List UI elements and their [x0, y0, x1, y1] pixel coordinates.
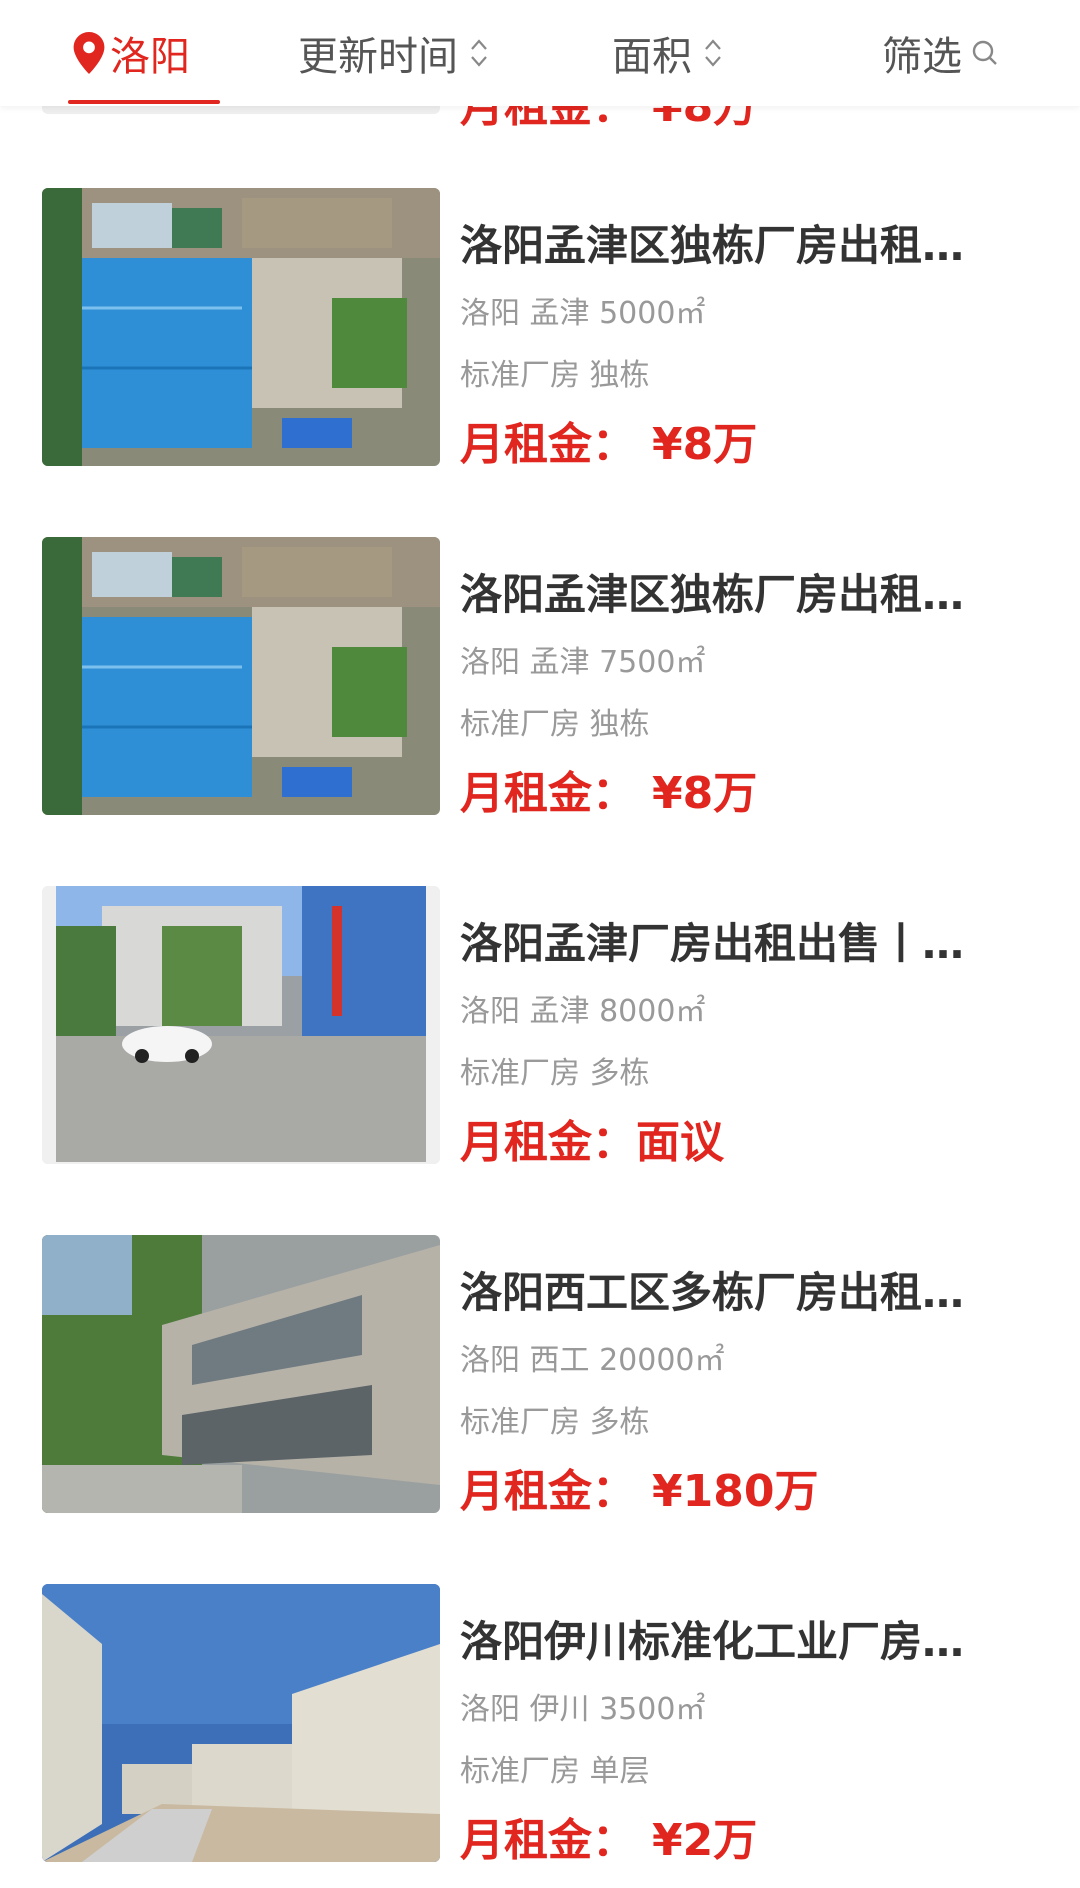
location-pin-icon [73, 32, 105, 74]
aerial-factory-photo [42, 537, 440, 815]
listing-thumbnail[interactable] [42, 188, 440, 466]
listing-title[interactable]: 洛阳孟津厂房出租出售丨… [460, 910, 1000, 971]
listing-card[interactable]: 洛阳伊川标准化工业厂房… 洛阳 伊川 3500㎡ 标准厂房 单层 月租金： ¥2万 [0, 1584, 1080, 1874]
listing-price: 月租金：面议 [460, 1106, 724, 1170]
price-label: 月租金： [460, 1117, 636, 1168]
listing-thumbnail[interactable] [42, 537, 440, 815]
price-value: 面议 [636, 1117, 724, 1168]
listing-thumbnail[interactable] [42, 1584, 440, 1862]
listing-card[interactable]: 洛阳孟津区独栋厂房出租… 洛阳 孟津 7500㎡ 标准厂房 独栋 月租金： ¥8万 [0, 537, 1080, 827]
tab-filter[interactable]: 筛选 [882, 0, 1000, 106]
listing-title[interactable]: 洛阳孟津区独栋厂房出租… [460, 561, 1000, 622]
factory-yard-car-photo [42, 886, 440, 1164]
filter-tab-bar: 洛阳 更新时间 面积 筛选 [0, 0, 1080, 106]
tab-area[interactable]: 面积 [612, 0, 724, 106]
listing-card[interactable]: 洛阳孟津区独栋厂房出租… 洛阳 孟津 5000㎡ 标准厂房 独栋 月租金： ¥8万 [0, 188, 1080, 478]
listing-title[interactable]: 洛阳伊川标准化工业厂房… [460, 1608, 1000, 1669]
listing-type: 标准厂房 多栋 [460, 1405, 650, 1440]
listing-card[interactable]: 洛阳西工区多栋厂房出租… 洛阳 西工 20000㎡ 标准厂房 多栋 月租金： ¥1… [0, 1235, 1080, 1525]
listing-type: 标准厂房 单层 [460, 1754, 650, 1789]
tab-update-time[interactable]: 更新时间 [298, 0, 490, 106]
listing-location-area: 洛阳 孟津 8000㎡ [460, 994, 706, 1029]
listing-title[interactable]: 洛阳西工区多栋厂房出租… [460, 1259, 1000, 1320]
listing-card[interactable]: 洛阳孟津厂房出租出售丨… 洛阳 孟津 8000㎡ 标准厂房 多栋 月租金：面议 [0, 886, 1080, 1176]
listing-price: 月租金： ¥8万 [460, 757, 757, 821]
listing-location-area: 洛阳 孟津 5000㎡ [460, 296, 706, 331]
listing-location-area: 洛阳 西工 20000㎡ [460, 1343, 725, 1378]
tab-area-label: 面积 [612, 34, 692, 80]
sort-updown-icon [705, 39, 721, 67]
listing-type: 标准厂房 独栋 [460, 707, 650, 742]
tab-city[interactable]: 洛阳 [72, 0, 190, 106]
price-label: 月租金： [460, 1466, 636, 1517]
aerial-factory-photo [42, 188, 440, 466]
price-value: ¥180万 [652, 1466, 819, 1517]
industrial-park-photo [42, 1584, 440, 1862]
listing-page: 月租金： ¥8万 洛阳 更新时间 面积 筛选 洛阳孟津区独栋厂房出租… 洛阳 孟… [0, 0, 1080, 1888]
listing-location-area: 洛阳 孟津 7500㎡ [460, 645, 706, 680]
tab-update-time-label: 更新时间 [298, 34, 458, 80]
price-value: ¥2万 [652, 1815, 758, 1866]
listing-title[interactable]: 洛阳孟津区独栋厂房出租… [460, 212, 1000, 273]
listing-location-area: 洛阳 伊川 3500㎡ [460, 1692, 706, 1727]
listing-price: 月租金： ¥2万 [460, 1804, 757, 1868]
listing-price: 月租金： ¥8万 [460, 408, 757, 472]
tab-city-label: 洛阳 [110, 34, 190, 80]
price-label: 月租金： [460, 1815, 636, 1866]
active-tab-indicator [68, 100, 220, 104]
price-label: 月租金： [460, 419, 636, 470]
listing-type: 标准厂房 独栋 [460, 358, 650, 393]
listing-thumbnail[interactable] [42, 1235, 440, 1513]
price-label: 月租金： [460, 768, 636, 819]
price-value: ¥8万 [652, 768, 758, 819]
listing-price: 月租金： ¥180万 [460, 1455, 818, 1519]
tab-filter-label: 筛选 [882, 34, 962, 80]
sort-updown-icon [471, 39, 487, 67]
price-value: ¥8万 [652, 419, 758, 470]
old-factory-building-photo [42, 1235, 440, 1513]
listing-thumbnail[interactable] [42, 886, 440, 1164]
search-icon [972, 40, 997, 65]
listing-type: 标准厂房 多栋 [460, 1056, 650, 1091]
